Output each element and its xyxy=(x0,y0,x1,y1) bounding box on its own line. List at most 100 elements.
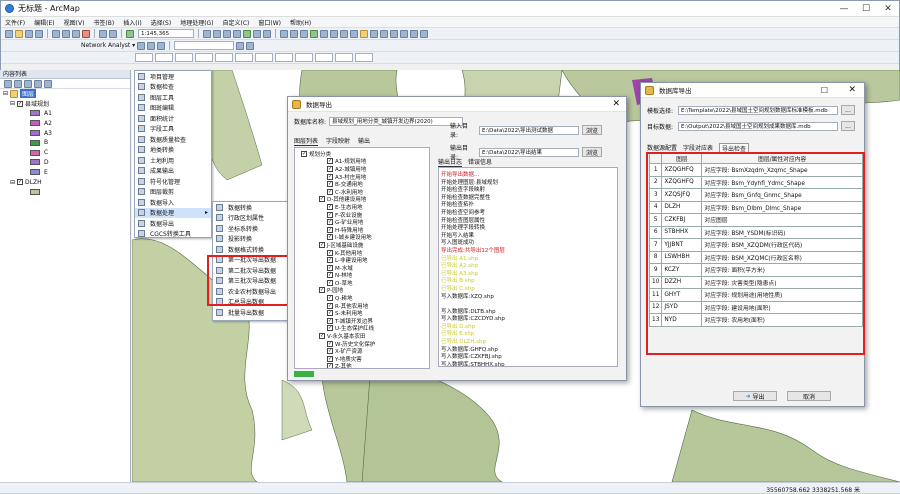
tree-checkbox[interactable]: ✓ xyxy=(327,355,333,362)
menu-item[interactable]: 成果输出 xyxy=(135,166,211,177)
tab-errors[interactable]: 错误信息 xyxy=(468,157,492,167)
scale-combo[interactable]: 1:145,365 xyxy=(138,29,194,38)
full-extent-icon[interactable] xyxy=(310,29,318,38)
network-layer-combo[interactable] xyxy=(174,41,235,50)
measure-icon[interactable] xyxy=(410,29,418,38)
menu-file[interactable]: 文件(F) xyxy=(5,18,25,27)
network-tool-3-icon[interactable] xyxy=(157,41,166,50)
tree-checkbox[interactable]: ✓ xyxy=(301,150,307,157)
network-tool-1-icon[interactable] xyxy=(137,41,146,50)
menu-item[interactable]: 图层裁剪 xyxy=(135,187,211,198)
custom-menu-11[interactable] xyxy=(335,53,353,62)
zoom-out-icon[interactable] xyxy=(290,29,298,38)
select-elements-icon[interactable] xyxy=(380,29,388,38)
db-name-combo[interactable]: 县域规划_用地分类_城镇开发边界(2020) xyxy=(329,117,464,126)
layer-checkbox[interactable]: ✓ xyxy=(17,179,24,186)
tree-checkbox[interactable]: ✓ xyxy=(327,302,333,309)
network-tool-4-icon[interactable] xyxy=(236,41,245,50)
editor-icon[interactable] xyxy=(203,29,211,38)
layers-group-row[interactable]: ⊟ 图层 xyxy=(0,89,130,99)
menu-item[interactable]: 地类转换 xyxy=(135,145,211,156)
tree-item[interactable]: ✓ X-矿产资源 xyxy=(297,347,429,355)
redo-icon[interactable] xyxy=(109,29,117,38)
menu-item[interactable]: 字段工具 xyxy=(135,124,211,135)
custom-menu-7[interactable] xyxy=(255,53,273,62)
clear-selection-icon[interactable] xyxy=(370,29,378,38)
tab-layer-list[interactable]: 图层列表 xyxy=(294,136,319,146)
tree-item[interactable]: ✓ R-其他农用地 xyxy=(297,302,429,310)
custom-menu-10[interactable] xyxy=(315,53,333,62)
tree-item[interactable]: ✓ M-水域 xyxy=(297,264,429,272)
tree-item[interactable]: ✓ N-林地 xyxy=(297,272,429,279)
tree-checkbox[interactable]: ✓ xyxy=(327,310,333,317)
tree-checkbox[interactable]: ✓ xyxy=(319,287,325,294)
copy-icon[interactable] xyxy=(62,29,70,38)
list-by-selection-icon[interactable] xyxy=(34,79,42,88)
search-icon[interactable] xyxy=(233,29,241,38)
list-by-source-icon[interactable] xyxy=(14,79,22,88)
identify-icon[interactable] xyxy=(390,29,398,38)
menu-selection[interactable]: 选择(S) xyxy=(151,18,172,27)
arctoolbox-icon[interactable] xyxy=(243,29,251,38)
tab-output[interactable]: 输出 xyxy=(358,136,370,146)
target-field[interactable]: E:\Output\2022\县域国土空间规划成果数据库.mdb xyxy=(678,121,838,131)
tree-item[interactable]: ✓ E-生态用地 xyxy=(297,203,429,211)
tree-checkbox[interactable]: ✓ xyxy=(319,333,325,340)
menu-bookmarks[interactable]: 书签(B) xyxy=(93,18,114,27)
custom-menu-8[interactable] xyxy=(275,53,293,62)
tree-checkbox[interactable]: ✓ xyxy=(327,257,333,264)
python-icon[interactable] xyxy=(253,29,261,38)
open-icon[interactable] xyxy=(15,29,23,38)
tree-checkbox[interactable]: ✓ xyxy=(319,241,325,248)
tree-checkbox[interactable]: ✓ xyxy=(327,226,333,233)
modelbuilder-icon[interactable] xyxy=(263,29,271,38)
menu-item-data-processing[interactable]: 数据处理 ▸ xyxy=(135,207,211,218)
tree-item[interactable]: ✓ O-草地 xyxy=(297,279,429,287)
select-features-icon[interactable] xyxy=(360,29,368,38)
browse-template-button[interactable]: ... xyxy=(841,105,855,115)
custom-menu-1[interactable] xyxy=(135,53,153,62)
menu-geoprocessing[interactable]: 地理处理(G) xyxy=(180,18,213,27)
maximize-button[interactable]: ☐ xyxy=(855,1,877,17)
new-icon[interactable] xyxy=(5,29,13,38)
forward-extent-icon[interactable] xyxy=(350,29,358,38)
toc-icon[interactable] xyxy=(213,29,221,38)
tree-item[interactable]: ✓ P-园地 xyxy=(297,287,429,294)
print-icon[interactable] xyxy=(35,29,43,38)
menu-item[interactable]: 数据导入 xyxy=(135,197,211,208)
maximize-icon[interactable]: ☐ xyxy=(821,86,828,95)
catalog-icon[interactable] xyxy=(223,29,231,38)
menu-item[interactable]: 图层工具 xyxy=(135,92,211,103)
network-tool-2-icon[interactable] xyxy=(147,41,156,50)
custom-menu-2[interactable] xyxy=(155,53,173,62)
network-analyst-dropdown[interactable]: Network Analyst ▾ xyxy=(81,42,135,49)
input-dir-field[interactable]: E:\Data\2022\导出测试数据 xyxy=(479,125,579,135)
layer-checkbox[interactable]: ✓ xyxy=(17,100,24,107)
menu-item[interactable]: 土地利用 xyxy=(135,155,211,166)
save-icon[interactable] xyxy=(25,29,33,38)
custom-menu-9[interactable] xyxy=(295,53,313,62)
menu-item[interactable]: 数据质量检查 xyxy=(135,134,211,145)
layer-row-1[interactable]: ⊟ ✓ 县域规划 xyxy=(0,99,130,109)
custom-menu-6[interactable] xyxy=(235,53,253,62)
paste-icon[interactable] xyxy=(72,29,80,38)
tree-checkbox[interactable]: ✓ xyxy=(327,363,333,368)
tree-checkbox[interactable]: ✓ xyxy=(327,158,333,165)
tree-checkbox[interactable]: ✓ xyxy=(327,348,333,355)
tree-checkbox[interactable]: ✓ xyxy=(327,211,333,218)
minimize-button[interactable]: — xyxy=(833,1,855,17)
menu-edit[interactable]: 编辑(E) xyxy=(34,18,54,27)
tree-checkbox[interactable]: ✓ xyxy=(327,272,333,279)
tree-checkbox[interactable]: ✓ xyxy=(327,325,333,332)
tab-field-map[interactable]: 字段映射 xyxy=(326,136,350,146)
menu-item[interactable]: 图斑编辑 xyxy=(135,103,211,114)
menu-item[interactable]: 数据检查 xyxy=(135,82,211,93)
close-button[interactable]: ✕ xyxy=(877,1,899,17)
fixed-zoom-out-icon[interactable] xyxy=(330,29,338,38)
layer-row-2[interactable]: ⊟ ✓ DLZH xyxy=(0,177,130,187)
tree-checkbox[interactable]: ✓ xyxy=(327,279,333,286)
fixed-zoom-in-icon[interactable] xyxy=(320,29,328,38)
custom-menu-3[interactable] xyxy=(175,53,193,62)
tree-checkbox[interactable]: ✓ xyxy=(327,234,333,241)
menu-help[interactable]: 帮助(H) xyxy=(290,18,311,27)
